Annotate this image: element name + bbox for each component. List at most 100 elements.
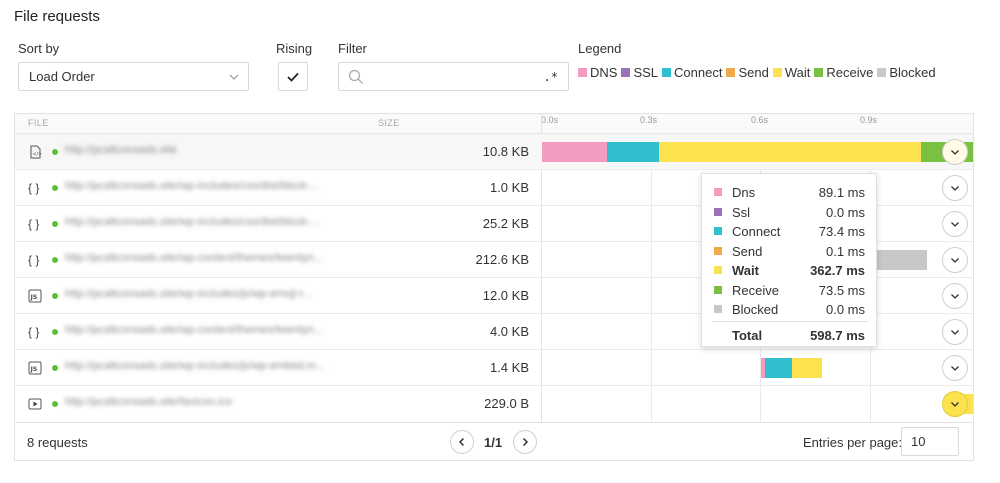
table-row[interactable]: JS http://pcaltconsads.site/wp-includes/… [15, 350, 973, 386]
legend-item-receive: Receive [814, 65, 873, 80]
timing-value: 0.1 ms [825, 243, 865, 259]
json-file-icon: { } [28, 181, 40, 195]
legend-item-connect: Connect [662, 65, 722, 80]
status-dot [52, 401, 58, 407]
request-size: 212.6 KB [475, 252, 530, 267]
svg-text:JS: JS [30, 366, 38, 373]
legend-swatch [621, 68, 631, 77]
connect-bar [607, 142, 659, 162]
dns-bar [542, 142, 607, 162]
request-url[interactable]: http://pcaltconsads.site/wp-content/them… [65, 252, 380, 264]
request-size: 1.0 KB [489, 180, 529, 195]
tooltip-swatch [714, 246, 722, 255]
next-page-button[interactable] [513, 430, 537, 454]
status-dot [52, 329, 58, 335]
tooltip-swatch [714, 188, 722, 196]
total-value: 598.7 ms [810, 328, 865, 343]
legend-label: DNS [590, 65, 618, 80]
expand-button[interactable] [942, 355, 968, 381]
expand-button[interactable] [942, 139, 968, 165]
legend-item-send: Send [726, 65, 769, 80]
prev-page-button[interactable] [450, 430, 474, 454]
tooltip-swatch [714, 285, 722, 294]
timing-value: 0.0 ms [825, 302, 865, 317]
chevron-down-icon [951, 402, 959, 407]
blocked-bar [875, 250, 927, 270]
entries-per-page-input[interactable]: 10 [901, 427, 959, 456]
legend-swatch [814, 68, 824, 77]
timing-name: Wait [732, 263, 759, 278]
tooltip-total-row: Total 598.7 ms [702, 326, 878, 345]
request-url[interactable]: http://pcaltconsads.site [65, 144, 380, 156]
request-url[interactable]: http://pcaltconsads.site/favicon.ico [65, 396, 380, 408]
legend-label: Send [738, 65, 769, 80]
expand-button[interactable] [942, 283, 968, 309]
json-file-icon: { } [28, 253, 40, 267]
legend-swatch [726, 68, 736, 77]
tooltip-swatch [714, 207, 722, 216]
status-dot [52, 293, 58, 299]
checkmark-icon [287, 72, 299, 82]
tooltip-swatch [714, 266, 722, 274]
expand-button[interactable] [942, 247, 968, 273]
timing-name: Dns [732, 185, 756, 200]
request-url[interactable]: http://pcaltconsads.site/wp-includes/js/… [65, 360, 380, 372]
js-file-icon: JS [28, 289, 42, 303]
expand-button[interactable] [942, 211, 968, 237]
tick-label: 0.9s [860, 115, 878, 125]
legend-swatch [578, 68, 587, 77]
request-url[interactable]: http://pcaltconsads.site/wp-includes/css… [65, 180, 380, 192]
request-url[interactable]: http://pcaltconsads.site/wp-content/them… [65, 324, 380, 336]
chevron-right-icon [522, 437, 529, 447]
filter-input[interactable]: .* [338, 62, 569, 91]
tooltip-row-ssl: Ssl 0.0 ms [702, 203, 878, 222]
legend-swatch [772, 68, 782, 77]
regex-toggle[interactable]: .* [544, 70, 558, 84]
tooltip-row-send: Send 0.1 ms [702, 242, 878, 261]
column-size-header: SIZE [378, 118, 400, 128]
expand-button[interactable] [942, 175, 968, 201]
request-size: 10.8 KB [482, 144, 529, 159]
search-icon [348, 69, 363, 84]
legend: DNS SSL Connect Send Wait Receive Blocked [578, 65, 940, 80]
legend-swatch [877, 68, 887, 77]
table-row[interactable]: http://pcaltconsads.site/favicon.ico 229… [15, 386, 973, 422]
expand-button[interactable] [942, 319, 968, 345]
page-title: File requests [14, 8, 100, 25]
timing-value: 73.4 ms [818, 224, 865, 239]
tooltip-swatch [714, 227, 722, 235]
wait-bar [659, 142, 921, 162]
status-dot [52, 185, 58, 191]
tooltip-row-wait: Wait 362.7 ms [702, 261, 878, 280]
legend-label: Blocked [889, 65, 936, 80]
request-size: 12.0 KB [482, 288, 529, 303]
chevron-down-icon [951, 186, 959, 191]
chevron-down-icon [951, 366, 959, 371]
sort-by-select[interactable]: Load Order [18, 62, 249, 91]
timing-name: Ssl [732, 204, 751, 220]
wait-bar [792, 358, 822, 378]
legend-label: Legend [578, 41, 622, 56]
chevron-left-icon [458, 437, 465, 447]
js-file-icon: JS [28, 361, 42, 375]
svg-text:JS: JS [30, 294, 38, 301]
chevron-down-icon [951, 258, 959, 263]
tooltip-divider [712, 321, 868, 322]
chevron-down-icon [951, 294, 959, 299]
table-header: FILE SIZE 0.0s 0.3s 0.6s 0.9s [15, 114, 973, 134]
column-file-header: FILE [28, 118, 49, 128]
request-size: 229.0 B [484, 396, 529, 411]
rising-checkbox[interactable] [278, 62, 308, 91]
request-size: 4.0 KB [489, 324, 529, 339]
timing-value: 73.5 ms [818, 282, 865, 298]
expand-button[interactable] [942, 391, 968, 417]
tooltip-row-blocked: Blocked 0.0 ms [702, 300, 878, 319]
filter-label: Filter [338, 41, 367, 56]
request-url[interactable]: http://pcaltconsads.site/wp-includes/css… [65, 216, 380, 228]
request-count: 8 requests [27, 435, 88, 450]
request-url[interactable]: http://pcaltconsads.site/wp-includes/js/… [65, 288, 380, 300]
tooltip-row-connect: Connect 73.4 ms [702, 222, 878, 241]
rising-label: Rising [276, 41, 313, 56]
svg-text:</>: </> [32, 152, 42, 158]
table-row[interactable]: </> http://pcaltconsads.site 10.8 KB [15, 134, 973, 170]
